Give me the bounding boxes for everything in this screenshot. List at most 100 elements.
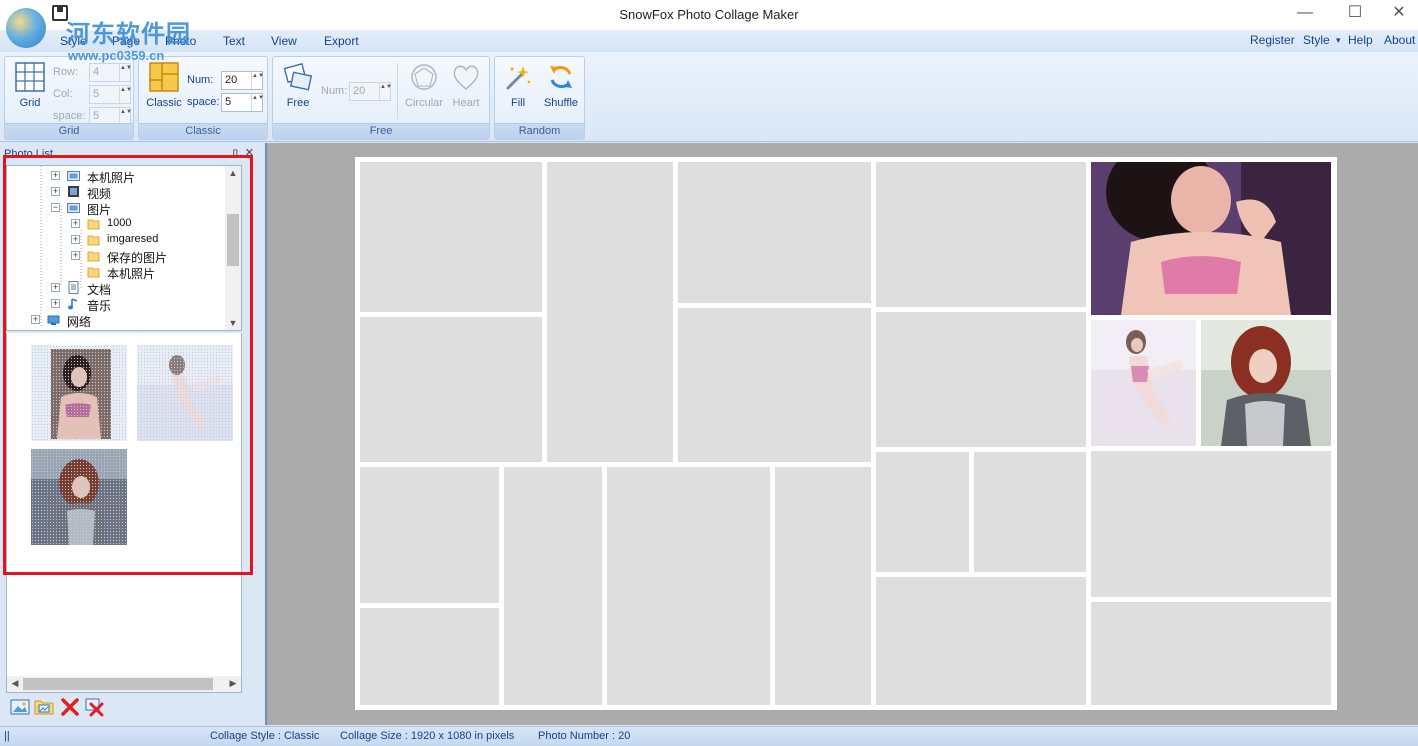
spin-arrows-icon[interactable]: ▲▼ xyxy=(119,64,132,81)
maximize-button[interactable]: ☐ xyxy=(1332,0,1378,30)
collage-cell[interactable] xyxy=(607,467,770,705)
close-button[interactable]: ✕ xyxy=(1376,0,1418,30)
collage-cell[interactable] xyxy=(1091,451,1331,597)
photo-thumbnail[interactable] xyxy=(31,345,127,441)
minimize-button[interactable]: — xyxy=(1282,0,1328,30)
thumbnail-image xyxy=(137,345,233,441)
shuffle-button[interactable]: Shuffle xyxy=(538,59,584,115)
delete-all-icon[interactable] xyxy=(84,697,104,717)
spin-arrows-icon[interactable]: ▲▼ xyxy=(119,86,132,103)
expand-icon[interactable]: + xyxy=(51,283,60,292)
collage-cell[interactable] xyxy=(547,162,673,462)
add-photo-icon[interactable] xyxy=(10,697,30,717)
pin-icon[interactable]: ᴨ xyxy=(233,147,238,158)
classic-button[interactable]: Classic xyxy=(141,59,187,115)
shuffle-icon xyxy=(550,66,572,88)
free-num-spinner[interactable]: 20 ▲▼ xyxy=(349,82,392,101)
collage-photo[interactable] xyxy=(1091,320,1196,446)
collage-cell[interactable] xyxy=(876,577,1086,705)
menu-export[interactable]: Export xyxy=(324,34,359,48)
circular-icon xyxy=(411,64,437,90)
tree-item-label: 保存的图片 xyxy=(107,251,168,265)
collage-photo-image xyxy=(1091,320,1196,446)
documents-folder-icon xyxy=(68,281,79,294)
chevron-down-icon[interactable]: ▾ xyxy=(1336,35,1341,46)
collage-photo[interactable] xyxy=(1091,162,1331,315)
add-folder-icon[interactable] xyxy=(34,697,54,717)
ribbon-group-classic: Classic Num: 20 ▲▼ space: 5 ▲▼ Classic xyxy=(138,56,268,140)
window-title: SnowFox Photo Collage Maker xyxy=(619,7,799,22)
menu-about[interactable]: About xyxy=(1384,33,1415,47)
menu-view[interactable]: View xyxy=(271,34,297,48)
menu-register[interactable]: Register xyxy=(1250,33,1295,47)
collage-cell[interactable] xyxy=(360,608,499,705)
expand-icon[interactable]: + xyxy=(51,171,60,180)
collage-cell[interactable] xyxy=(360,467,499,603)
scroll-up-icon[interactable]: ▲ xyxy=(225,168,241,178)
collage-canvas[interactable] xyxy=(355,157,1337,710)
grid-button-label: Grid xyxy=(19,97,41,109)
expand-icon[interactable]: + xyxy=(51,299,60,308)
expand-icon[interactable]: + xyxy=(31,315,40,324)
spin-arrows-icon[interactable]: ▲▼ xyxy=(251,72,264,89)
expand-icon[interactable]: + xyxy=(71,235,80,244)
shuffle-button-label: Shuffle xyxy=(543,97,579,109)
scroll-thumb[interactable] xyxy=(227,214,239,266)
tree-item-label: 本机照片 xyxy=(107,267,156,281)
heart-button[interactable]: Heart xyxy=(443,59,489,115)
classic-space-value: 5 xyxy=(225,96,232,108)
classic-space-spinner[interactable]: 5 ▲▼ xyxy=(221,93,264,112)
classic-num-label: Num: xyxy=(187,74,214,86)
collage-cell[interactable] xyxy=(504,467,602,705)
collage-cell[interactable] xyxy=(1091,602,1331,705)
photo-list-panel: Photo List ᴨ ✕ + 本机照片 + 视频 − 图片 + 1000 + xyxy=(0,143,262,725)
panel-title: Photo List xyxy=(4,148,53,160)
collage-photo[interactable] xyxy=(1201,320,1331,446)
fill-wand-icon xyxy=(506,66,531,90)
tree-item-label: 文档 xyxy=(87,283,112,297)
scroll-thumb[interactable] xyxy=(23,678,213,690)
delete-icon[interactable] xyxy=(60,697,80,717)
collage-cell[interactable] xyxy=(876,452,969,572)
free-button[interactable]: Free xyxy=(275,59,321,115)
folder-icon xyxy=(87,251,100,262)
expand-icon[interactable]: + xyxy=(71,219,80,228)
collage-cell[interactable] xyxy=(974,452,1086,572)
collage-cell[interactable] xyxy=(360,162,542,312)
grid-col-spinner[interactable]: 5 ▲▼ xyxy=(89,85,132,104)
menu-help[interactable]: Help xyxy=(1348,33,1373,47)
grid-button[interactable]: Grid xyxy=(7,59,53,115)
photo-thumbnail[interactable] xyxy=(31,449,127,545)
spin-arrows-icon[interactable]: ▲▼ xyxy=(379,83,392,100)
expand-icon[interactable]: + xyxy=(71,251,80,260)
status-collage-style: Collage Style : Classic xyxy=(210,730,320,742)
collage-cell[interactable] xyxy=(360,317,542,462)
collage-cell[interactable] xyxy=(876,312,1086,447)
free-icon xyxy=(283,63,313,91)
spin-arrows-icon[interactable]: ▲▼ xyxy=(251,94,264,111)
network-icon xyxy=(47,315,60,325)
tree-item-label: 视频 xyxy=(87,187,112,201)
photo-list-hscrollbar[interactable]: ◀ ▶ xyxy=(7,676,241,692)
collage-cell[interactable] xyxy=(876,162,1086,307)
grid-row-value: 4 xyxy=(93,66,100,78)
free-button-label: Free xyxy=(286,97,310,109)
collage-cell[interactable] xyxy=(678,308,871,462)
photo-thumbnail[interactable] xyxy=(137,345,233,441)
collage-cell[interactable] xyxy=(678,162,871,303)
collage-cell[interactable] xyxy=(775,467,871,705)
menu-style-theme[interactable]: Style xyxy=(1303,33,1330,47)
collapse-icon[interactable]: − xyxy=(51,203,60,212)
menu-text[interactable]: Text xyxy=(223,34,245,48)
panel-close-icon[interactable]: ✕ xyxy=(245,146,254,159)
grid-space-value: 5 xyxy=(93,110,100,122)
classic-num-spinner[interactable]: 20 ▲▼ xyxy=(221,71,264,90)
ribbon-group-grid: Grid Row: 4 ▲▼ Col: 5 ▲▼ space: 5 ▲▼ Gri… xyxy=(4,56,134,140)
folder-tree[interactable]: + 本机照片 + 视频 − 图片 + 1000 + imgaresed + 保存… xyxy=(6,165,242,331)
tree-scrollbar[interactable]: ▲ ▼ xyxy=(225,166,241,330)
scroll-left-icon[interactable]: ◀ xyxy=(7,678,23,689)
expand-icon[interactable]: + xyxy=(51,187,60,196)
scroll-right-icon[interactable]: ▶ xyxy=(225,678,241,689)
scroll-down-icon[interactable]: ▼ xyxy=(225,318,241,328)
tree-item-label: 1000 xyxy=(107,217,132,229)
